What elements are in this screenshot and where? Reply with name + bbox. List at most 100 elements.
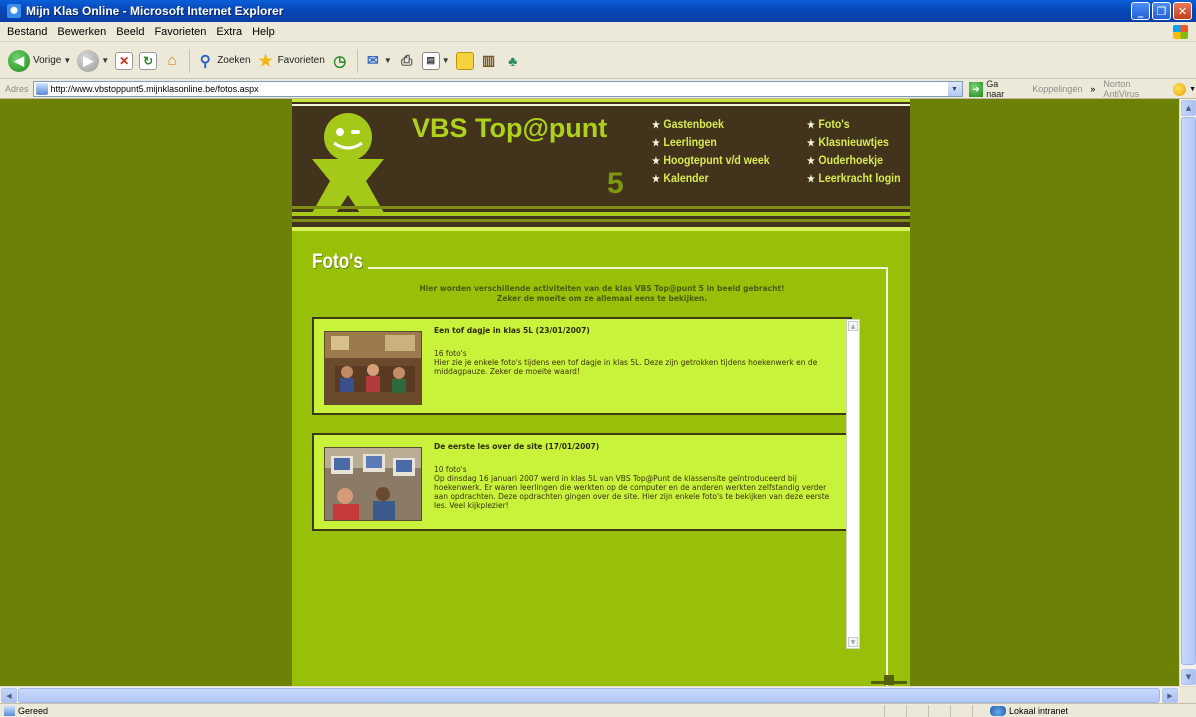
album-title[interactable]: Een tof dagje in klas 5L (23/01/2007) (434, 326, 590, 335)
star-icon: ★ (807, 174, 815, 185)
header-bottom-line (292, 206, 910, 209)
intro-text: Hier worden verschillende activiteiten v… (332, 284, 872, 304)
album-description: Hier zie je enkele foto's tijdens een to… (434, 358, 818, 376)
vertical-scrollbar[interactable]: ▲ ▼ (1179, 99, 1196, 686)
album-thumbnail[interactable] (324, 331, 422, 405)
dropdown-arrow-icon[interactable]: ▼ (101, 56, 109, 65)
window-controls: _ ❐ ✕ (1131, 2, 1192, 20)
footer-decoration (871, 681, 907, 684)
dropdown-arrow-icon[interactable]: ▼ (384, 56, 392, 65)
status-divider (906, 705, 907, 717)
page-title: Foto's (312, 250, 363, 273)
star-icon: ★ (807, 120, 815, 131)
album-card[interactable]: De eerste les over de site (17/01/2007) … (312, 433, 852, 531)
dropdown-arrow-icon[interactable]: ▼ (1189, 86, 1196, 93)
nav-hoogtepunt[interactable]: ★ Hoogtepunt v/d week (652, 153, 770, 169)
horizontal-scrollbar[interactable]: ◀ ▶ (0, 686, 1196, 704)
edit-button[interactable]: ▤ ▼ (421, 51, 450, 70)
header-top-line (292, 104, 910, 106)
print-icon: ⎙ (401, 52, 413, 68)
back-label: Vorige (33, 55, 62, 66)
refresh-button[interactable]: ↻ (139, 51, 158, 70)
messenger-button[interactable]: ♣ (504, 52, 522, 70)
status-divider (928, 705, 929, 717)
links-button[interactable]: Koppelingen (1032, 84, 1082, 94)
dropdown-arrow-icon[interactable]: ▼ (442, 56, 450, 65)
class-number: 5 (607, 167, 624, 200)
scroll-left-icon[interactable]: ◀ (1, 688, 17, 703)
discuss-button[interactable] (455, 51, 474, 70)
forward-arrow-icon: ▶ (77, 49, 100, 72)
search-label: Zoeken (217, 55, 251, 66)
menu-bewerken[interactable]: Bewerken (52, 26, 111, 38)
mail-button[interactable]: ✉ ▼ (364, 52, 392, 70)
site-header: VBS Top@punt 5 ★ Gastenboek ★ Leerlingen ★… (292, 99, 910, 227)
nav-fotos[interactable]: ★ Foto's (807, 117, 901, 133)
mail-icon: ✉ (366, 52, 379, 68)
windows-logo-icon (1173, 25, 1188, 39)
computer-class-photo-icon (325, 448, 421, 520)
scroll-thumb[interactable] (18, 688, 1160, 703)
menu-beeld[interactable]: Beeld (111, 26, 149, 38)
nav-kalender[interactable]: ★ Kalender (652, 171, 770, 187)
nav-gastenboek[interactable]: ★ Gastenboek (652, 117, 770, 133)
album-scrollbar[interactable]: ▲ ▼ (846, 319, 860, 649)
forward-button[interactable]: ▶ ▼ (77, 49, 109, 72)
album-title[interactable]: De eerste les over de site (17/01/2007) (434, 442, 599, 451)
back-button[interactable]: ◀ Vorige ▼ (8, 49, 71, 72)
security-zone[interactable]: Lokaal intranet (990, 705, 1068, 716)
nav-column-2: ★ Foto's ★ Klasnieuwtjes ★ Ouderhoekje ★ Lee… (807, 117, 913, 187)
messenger-icon: ♣ (508, 52, 518, 69)
search-icon: ⚲ (199, 52, 211, 70)
scroll-right-icon[interactable]: ▶ (1162, 688, 1178, 703)
scroll-up-icon[interactable]: ▲ (1181, 100, 1196, 116)
header-underline (292, 227, 910, 231)
scroll-up-icon[interactable]: ▲ (848, 321, 858, 331)
header-top-line (292, 99, 910, 102)
menu-extra[interactable]: Extra (211, 26, 247, 38)
go-label: Ga naar (986, 79, 1005, 99)
address-dropdown-icon[interactable]: ▼ (947, 82, 962, 96)
intranet-icon (990, 705, 1006, 716)
nav-column-1: ★ Gastenboek ★ Leerlingen ★ Hoogtepunt v/d … (652, 117, 786, 187)
nav-leerkracht-login[interactable]: ★ Leerkracht login (807, 171, 901, 187)
address-input[interactable]: http://www.vbstoppunt5.mijnklasonline.be… (32, 81, 963, 97)
scroll-down-icon[interactable]: ▼ (1181, 669, 1196, 685)
nav-klasnieuwtjes[interactable]: ★ Klasnieuwtjes (807, 135, 901, 151)
dropdown-arrow-icon[interactable]: ▼ (63, 56, 71, 65)
menu-favorieten[interactable]: Favorieten (149, 26, 211, 38)
site-title[interactable]: VBS Top@punt (412, 113, 607, 144)
maximize-button[interactable]: ❐ (1152, 2, 1171, 20)
go-button[interactable]: ➜ Ga naar (968, 79, 1019, 99)
norton-icon[interactable] (1173, 82, 1187, 96)
star-icon: ★ (652, 120, 660, 131)
print-button[interactable]: ⎙ (398, 52, 416, 70)
status-divider (884, 705, 885, 717)
scrollbar-corner (1179, 687, 1196, 704)
scroll-thumb[interactable] (1181, 117, 1196, 665)
scroll-down-icon[interactable]: ▼ (848, 637, 858, 647)
header-bottom-line (292, 219, 910, 222)
research-button[interactable]: ▥ (480, 52, 498, 70)
home-icon: ⌂ (167, 52, 177, 69)
stop-icon: ✕ (115, 51, 134, 70)
minimize-button[interactable]: _ (1131, 2, 1150, 20)
intro-line-1: Hier worden verschillende activiteiten v… (419, 284, 785, 293)
home-button[interactable]: ⌂ (163, 52, 181, 70)
nav-leerlingen[interactable]: ★ Leerlingen (652, 135, 770, 151)
address-url[interactable]: http://www.vbstoppunt5.mijnklasonline.be… (51, 84, 259, 94)
nav-ouderhoekje[interactable]: ★ Ouderhoekje (807, 153, 901, 169)
menu-bestand[interactable]: Bestand (2, 26, 52, 38)
search-button[interactable]: ⚲ Zoeken (196, 52, 251, 70)
album-card[interactable]: Een tof dagje in klas 5L (23/01/2007) 16… (312, 317, 852, 415)
status-divider (950, 705, 951, 717)
menu-help[interactable]: Help (247, 26, 280, 38)
history-button[interactable]: ◷ (331, 52, 349, 70)
album-thumbnail[interactable] (324, 447, 422, 521)
star-icon: ★ (652, 174, 660, 185)
links-chevron-icon[interactable]: » (1090, 84, 1095, 94)
stop-button[interactable]: ✕ (115, 51, 134, 70)
favorites-button[interactable]: ★ Favorieten (257, 52, 324, 70)
close-button[interactable]: ✕ (1173, 2, 1192, 20)
norton-antivirus-label[interactable]: Norton AntiVirus (1103, 79, 1167, 99)
